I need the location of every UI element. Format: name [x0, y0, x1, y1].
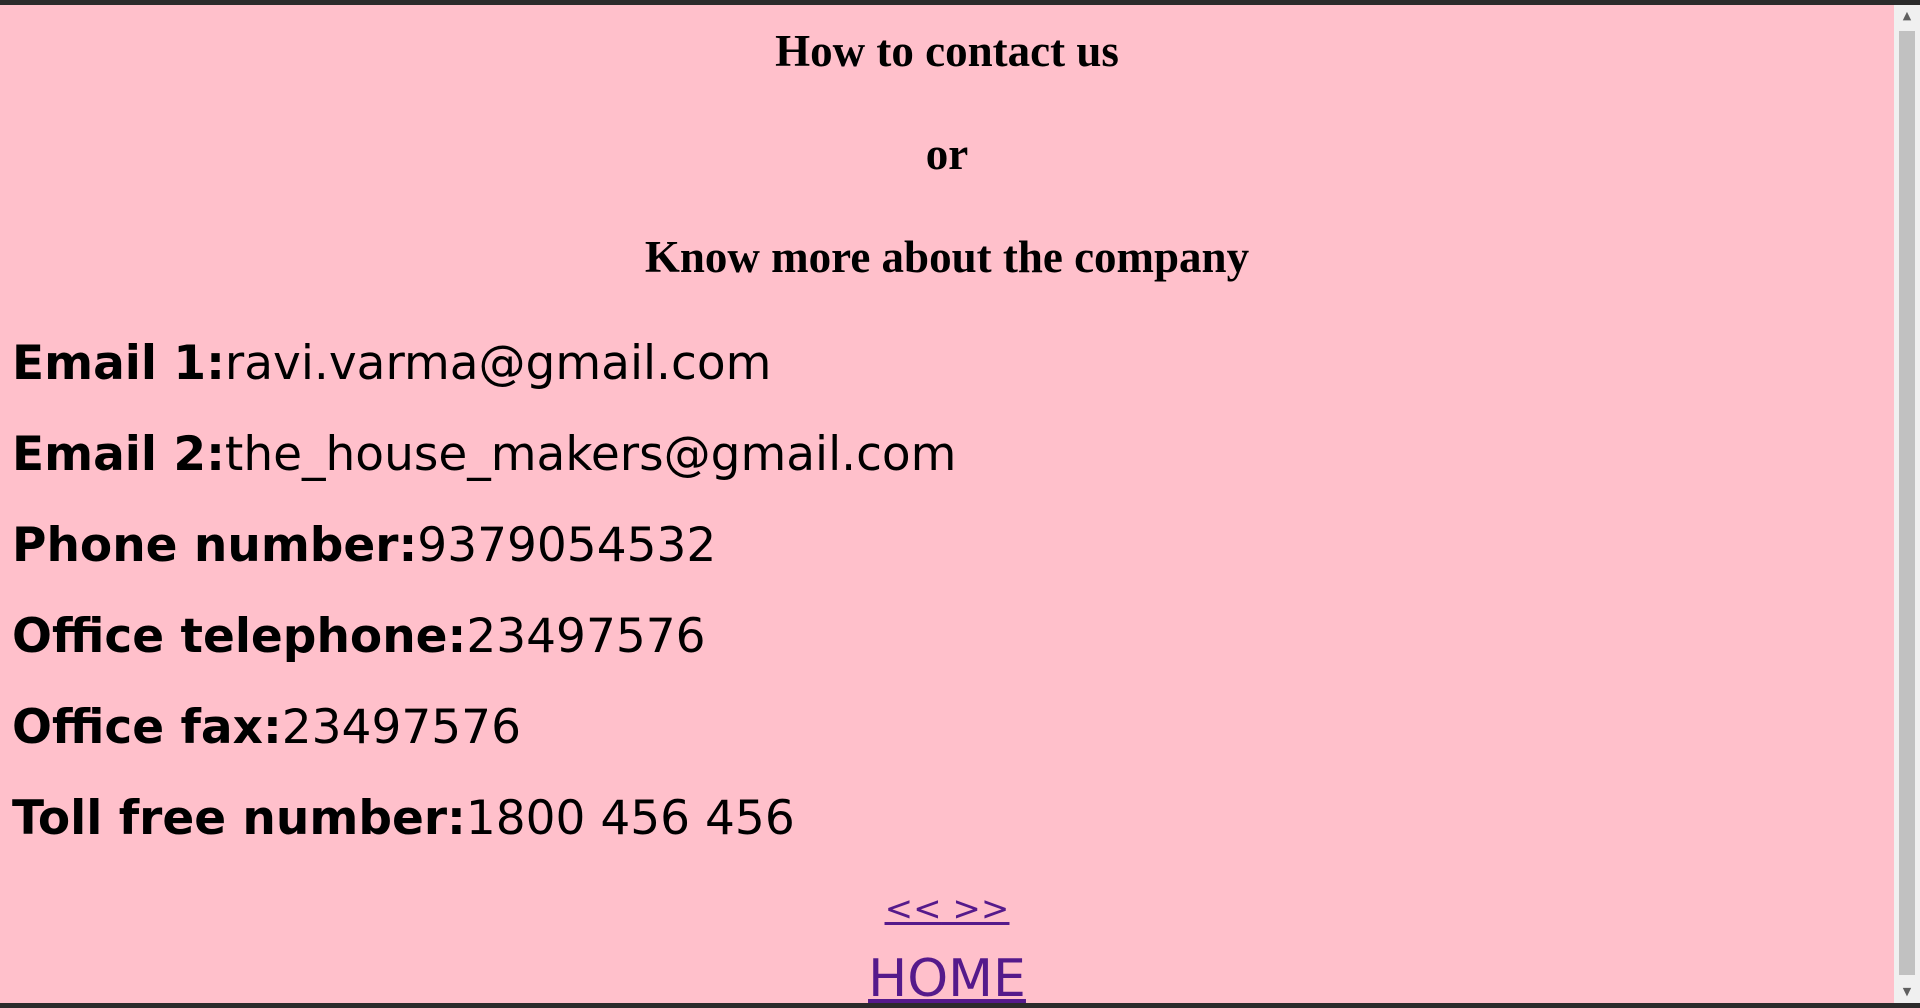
prev-link[interactable]: << [885, 889, 942, 929]
contact-label: Phone number: [12, 518, 418, 573]
home-link[interactable]: HOME [868, 949, 1026, 1003]
contact-email-1: Email 1:ravi.varma@gmail.com [12, 336, 771, 392]
next-link[interactable]: >> [952, 889, 1009, 929]
contact-toll-free: Toll free number:1800 456 456 [12, 791, 795, 847]
contact-value: 1800 456 456 [465, 791, 795, 846]
contact-phone: Phone number:9379054532 [12, 518, 716, 574]
contact-value: 23497576 [466, 609, 706, 664]
prev-next-links: << >> [0, 887, 1894, 931]
contact-value: 23497576 [281, 700, 521, 755]
heading-contact: How to contact us [775, 26, 1119, 76]
contact-office-telephone: Office telephone:23497576 [12, 609, 706, 665]
page-content: How to contact us or Know more about the… [0, 5, 1894, 1003]
home-link-row: HOME [0, 949, 1894, 1003]
heading-company: Know more about the company [644, 232, 1250, 282]
scroll-thumb[interactable] [1899, 31, 1915, 975]
contact-label: Toll free number: [12, 791, 466, 846]
contact-office-fax: Office fax:23497576 [12, 700, 521, 756]
contact-value: 9379054532 [417, 518, 717, 573]
vertical-scrollbar[interactable]: ▲ ▼ [1894, 5, 1920, 1003]
page-viewport: How to contact us or Know more about the… [0, 5, 1920, 1003]
contact-label: Email 1: [12, 336, 225, 391]
contact-label: Email 2: [12, 427, 225, 482]
heading-or: or [925, 129, 969, 179]
window-bottom-edge [0, 1003, 1920, 1008]
contact-value: the_house_makers@gmail.com [224, 427, 957, 482]
contact-label: Office fax: [12, 700, 282, 755]
triangle-down-icon[interactable]: ▼ [1894, 981, 1920, 1003]
contact-value: ravi.varma@gmail.com [224, 336, 772, 391]
contact-email-2: Email 2:the_house_makers@gmail.com [12, 427, 956, 483]
contact-label: Office telephone: [12, 609, 467, 664]
triangle-up-icon[interactable]: ▲ [1894, 5, 1920, 27]
